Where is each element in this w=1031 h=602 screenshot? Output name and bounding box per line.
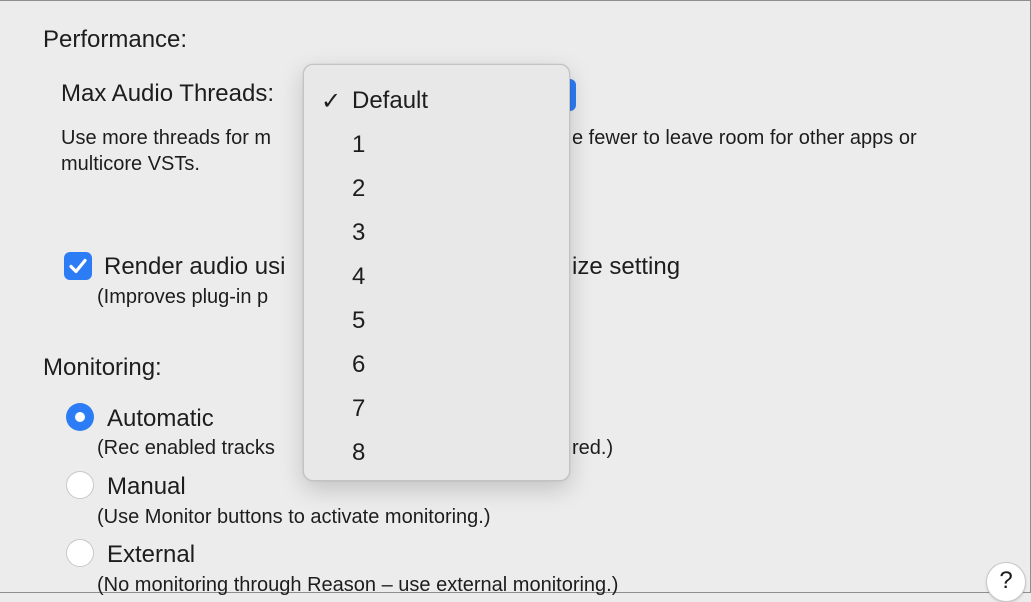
max-audio-threads-menu: ✓ Default 1 2 3 4 5 6 7 8 [303,64,570,481]
menu-item-3[interactable]: 3 [304,212,569,256]
automatic-radio[interactable] [66,403,94,431]
render-audio-label-left[interactable]: Render audio usi [104,253,285,281]
automatic-description-left: (Rec enabled tracks [97,437,275,459]
menu-item-7[interactable]: 7 [304,388,569,432]
checkmark-icon [69,258,87,274]
render-audio-checkbox[interactable] [64,252,92,280]
menu-item-label: 7 [352,395,366,422]
menu-item-default[interactable]: ✓ Default [304,80,569,124]
monitoring-heading: Monitoring: [43,354,162,381]
automatic-label[interactable]: Automatic [107,405,214,433]
menu-item-5[interactable]: 5 [304,300,569,344]
threads-description-line2: multicore VSTs. [61,153,200,175]
external-label[interactable]: External [107,541,195,569]
automatic-description-right: red.) [572,437,614,459]
menu-item-label: 1 [352,131,366,158]
render-audio-description: (Improves plug-in p [97,286,269,308]
menu-item-1[interactable]: 1 [304,124,569,168]
menu-item-label: 3 [352,219,366,246]
performance-heading: Performance: [43,26,188,53]
menu-item-label: 8 [352,439,366,466]
manual-label[interactable]: Manual [107,473,186,501]
menu-item-2[interactable]: 2 [304,168,569,212]
external-radio[interactable] [66,539,94,567]
help-button[interactable]: ? [986,562,1026,602]
checkmark-icon: ✓ [321,88,342,115]
threads-description-left: Use more threads for m [61,127,272,149]
menu-item-6[interactable]: 6 [304,344,569,388]
manual-radio[interactable] [66,471,94,499]
menu-item-label: 4 [352,263,366,290]
menu-item-label: 2 [352,175,366,202]
menu-item-label: 5 [352,307,366,334]
external-description: (No monitoring through Reason – use exte… [97,574,619,596]
menu-item-4[interactable]: 4 [304,256,569,300]
menu-item-label: 6 [352,351,366,378]
manual-description: (Use Monitor buttons to activate monitor… [97,506,491,528]
render-audio-label-right[interactable]: ize setting [572,253,680,281]
menu-item-8[interactable]: 8 [304,432,569,476]
menu-item-label: Default [352,87,429,114]
window-top-border [0,0,1031,1]
max-audio-threads-label: Max Audio Threads: [61,80,275,107]
threads-description-right: e fewer to leave room for other apps or [572,127,917,149]
